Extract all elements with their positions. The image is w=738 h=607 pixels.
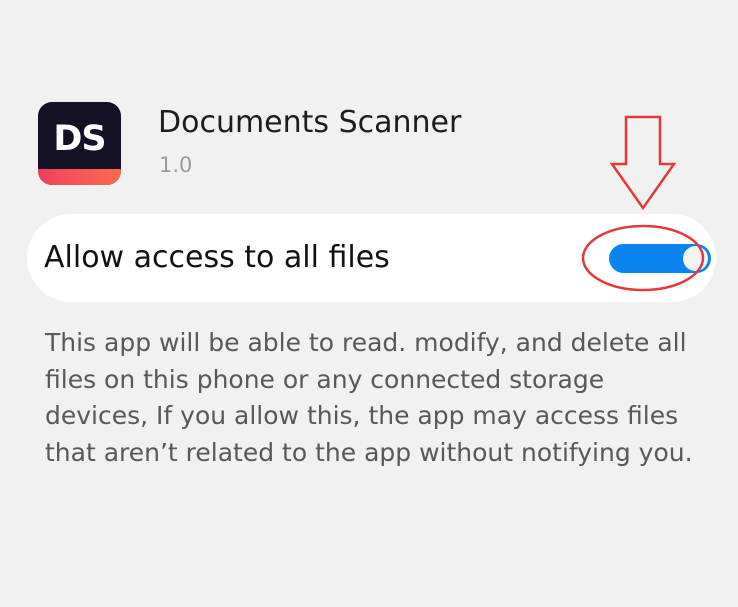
app-version: 1.0 xyxy=(159,153,193,177)
all-files-access-toggle[interactable] xyxy=(609,244,711,273)
app-icon: DS xyxy=(38,102,121,185)
annotation-overlay xyxy=(581,115,705,292)
app-name: Documents Scanner xyxy=(158,105,462,140)
toggle-knob xyxy=(683,246,708,271)
down-arrow-icon xyxy=(609,115,677,211)
permission-description: This app will be able to read. modify, a… xyxy=(45,328,693,467)
all-files-access-setting[interactable]: Allow access to all files xyxy=(27,214,716,302)
app-icon-stripe xyxy=(38,169,121,185)
setting-label: Allow access to all files xyxy=(44,240,390,275)
app-icon-label: DS xyxy=(53,119,106,159)
